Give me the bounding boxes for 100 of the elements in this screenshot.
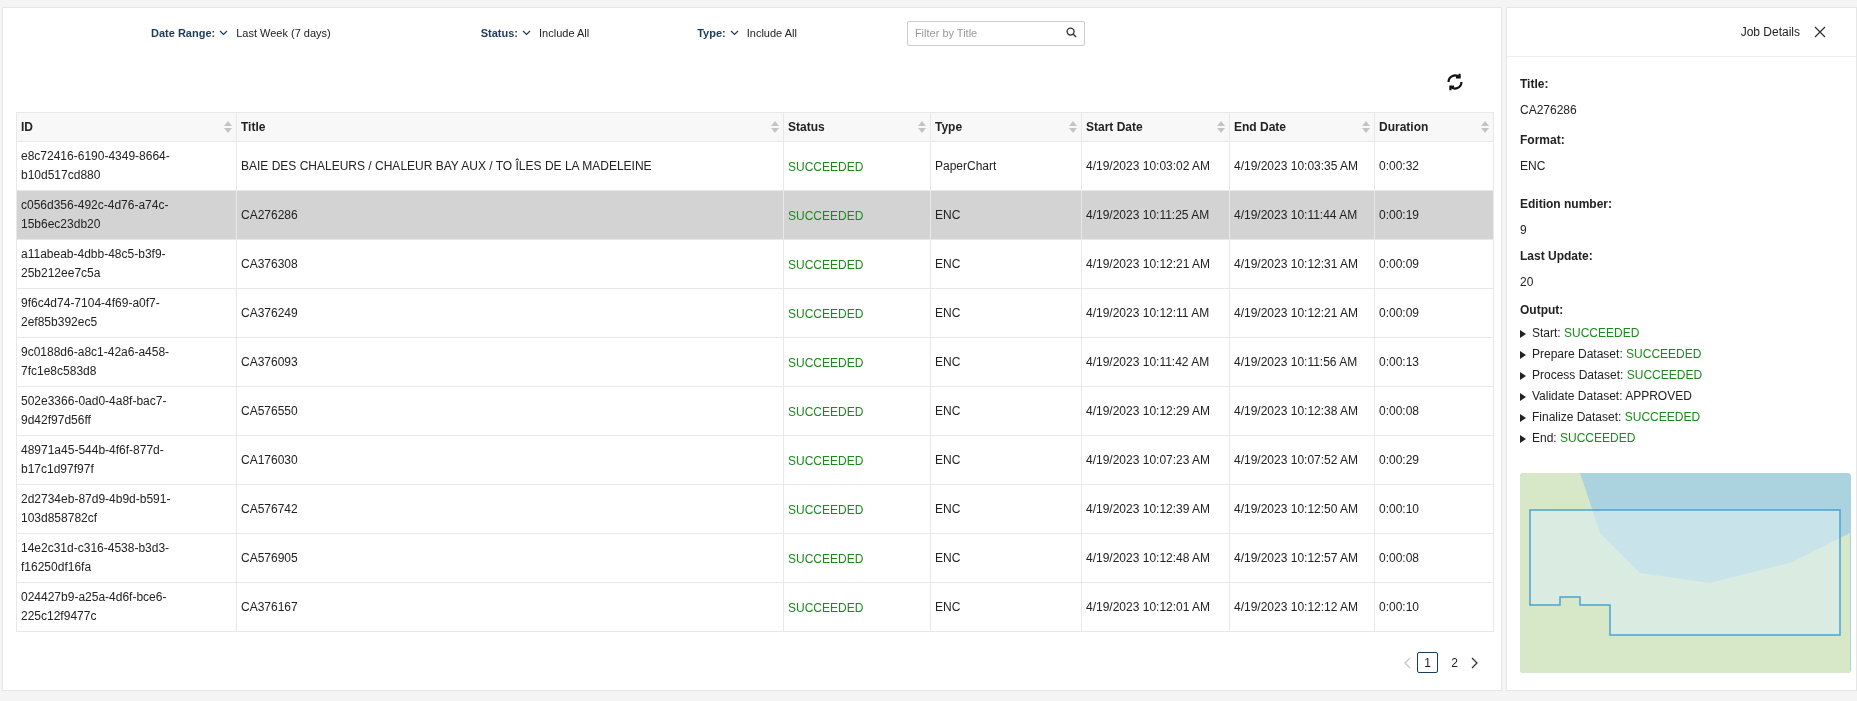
expand-triangle-icon (1520, 434, 1526, 443)
status-text: SUCCEEDED (788, 502, 864, 519)
sort-icon (918, 121, 926, 133)
table-cell: 0:00:08 (1379, 403, 1420, 418)
filter-value: Include All (746, 25, 797, 41)
table-cell: ENC (935, 256, 961, 271)
table-cell: 48971a45-544b-4f6f-877d-b17c1d97f97f (21, 443, 164, 476)
field-value: 9 (1520, 222, 1528, 239)
table-row[interactable]: e8c72416-6190-4349-8664-b10d517cd880 BAIE DES CHALEURS / CHALEUR BAY AUX / TO ÎLES DE LA MADELEINE SUCCEEDED PaperChart 4/19/2023 10:03:02 AM 4/19/2023 10:03:35 AM 0:00:32 (16, 141, 1494, 191)
search-icon (1065, 27, 1077, 39)
field-value: 20 (1520, 274, 1535, 291)
chevron-down-icon (219, 30, 229, 36)
output-step[interactable]: Validate Dataset: APPROVED (1520, 386, 1692, 407)
expand-triangle-icon (1520, 371, 1526, 380)
search-field[interactable]: Filter by Title (906, 20, 1085, 46)
output-step[interactable]: Process Dataset: SUCCEEDED (1520, 365, 1703, 386)
table-row[interactable]: 024427b9-a25a-4d6f-bce6-225c12f9477c CA376167 SUCCEEDED ENC 4/19/2023 10:12:01 AM 4/19/2023 10:12:12 AM 0:00:10 (16, 582, 1494, 632)
output-step[interactable]: End: SUCCEEDED (1520, 428, 1636, 449)
status-text: SUCCEEDED (788, 306, 864, 323)
filter-value: Last Week (7 days) (236, 25, 331, 41)
table-cell: 0:00:32 (1379, 158, 1420, 173)
status-text: SUCCEEDED (788, 551, 864, 568)
column-header[interactable]: Title (236, 112, 784, 142)
table-cell: ENC (935, 452, 961, 467)
column-header[interactable]: Duration (1374, 112, 1494, 142)
table-cell: 4/19/2023 10:03:35 AM (1234, 158, 1359, 173)
table-cell: CA376093 (241, 354, 298, 369)
table-cell: 9f6c4d74-7104-4f69-a0f7-2ef85b392ec5 (21, 296, 160, 329)
page-button[interactable]: 2 (1444, 652, 1465, 673)
filter-dropdown[interactable]: Status: (480, 24, 532, 42)
table-cell: 0:00:13 (1379, 354, 1420, 369)
table-cell: PaperChart (935, 158, 997, 173)
sort-icon (1362, 121, 1370, 133)
column-header[interactable]: Start Date (1081, 112, 1230, 142)
status-text: SUCCEEDED (788, 257, 864, 274)
table-cell: 4/19/2023 10:12:48 AM (1086, 550, 1211, 565)
table-cell: 502e3366-0ad0-4a8f-bac7-9d42f97d56ff (21, 394, 167, 427)
table-row[interactable]: 2d2734eb-87d9-4b9d-b591-103d858782cf CA576742 SUCCEEDED ENC 4/19/2023 10:12:39 AM 4/19/2023 10:12:50 AM 0:00:10 (16, 484, 1494, 534)
chevron-right-icon (1471, 656, 1479, 669)
output-step[interactable]: Finalize Dataset: SUCCEEDED (1520, 407, 1701, 428)
table-cell: CA376167 (241, 599, 298, 614)
table-cell: ENC (935, 501, 961, 516)
table-row[interactable]: 14e2c31d-c316-4538-b3d3-f16250df16fa CA576905 SUCCEEDED ENC 4/19/2023 10:12:48 AM 4/19/2023 10:12:57 AM 0:00:08 (16, 533, 1494, 583)
column-header[interactable]: Status (783, 112, 931, 142)
field-label: Last Update: (1520, 248, 1594, 265)
column-header[interactable]: End Date (1229, 112, 1375, 142)
table-cell: 0:00:10 (1379, 501, 1420, 516)
field-label: Format: (1520, 132, 1566, 149)
table-cell: CA576550 (241, 403, 298, 418)
table-row[interactable]: 502e3366-0ad0-4a8f-bac7-9d42f97d56ff CA576550 SUCCEEDED ENC 4/19/2023 10:12:29 AM 4/19/2023 10:12:38 AM 0:00:08 (16, 386, 1494, 436)
table-cell: 2d2734eb-87d9-4b9d-b591-103d858782cf (21, 492, 171, 525)
sort-icon (1481, 121, 1489, 133)
table-row[interactable]: 9f6c4d74-7104-4f69-a0f7-2ef85b392ec5 CA376249 SUCCEEDED ENC 4/19/2023 10:12:11 AM 4/19/2023 10:12:21 AM 0:00:09 (16, 288, 1494, 338)
table-cell: 0:00:29 (1379, 452, 1420, 467)
status-text: SUCCEEDED (788, 600, 864, 617)
field-label: Edition number: (1520, 196, 1613, 213)
table-row[interactable]: c056d356-492c-4d76-a74c-15b6ec23db20 CA276286 SUCCEEDED ENC 4/19/2023 10:11:25 AM 4/19/2023 10:11:44 AM 0:00:19 (16, 190, 1494, 240)
table-cell: 0:00:10 (1379, 599, 1420, 614)
table-cell: 4/19/2023 10:11:25 AM (1086, 207, 1210, 222)
table-cell: CA376308 (241, 256, 298, 271)
table-cell: 4/19/2023 10:11:42 AM (1086, 354, 1210, 369)
table-row[interactable]: 9c0188d6-a8c1-42a6-a458-7fc1e8c583d8 CA376093 SUCCEEDED ENC 4/19/2023 10:11:42 AM 4/19/2023 10:11:56 AM 0:00:13 (16, 337, 1494, 387)
filter-dropdown[interactable]: Date Range: (151, 24, 229, 42)
field-value: CA276286 (1520, 102, 1578, 119)
table-cell: ENC (935, 354, 961, 369)
page-button[interactable]: 1 (1417, 652, 1438, 673)
table-cell: 14e2c31d-c316-4538-b3d3-f16250df16fa (21, 541, 170, 574)
table-cell: c056d356-492c-4d76-a74c-15b6ec23db20 (21, 198, 169, 231)
filter-dropdown[interactable]: Type: (697, 24, 739, 42)
table-cell: 4/19/2023 10:12:11 AM (1086, 305, 1210, 320)
table-cell: 4/19/2023 10:12:57 AM (1234, 550, 1359, 565)
table-row[interactable]: a11abeab-4dbb-48c5-b3f9-25b212ee7c5a CA376308 SUCCEEDED ENC 4/19/2023 10:12:21 AM 4/19/2023 10:12:31 AM 0:00:09 (16, 239, 1494, 289)
status-text: SUCCEEDED (788, 208, 864, 225)
table-cell: 4/19/2023 10:12:39 AM (1086, 501, 1211, 516)
output-step[interactable]: Start: SUCCEEDED (1520, 323, 1640, 344)
table-cell: 4/19/2023 10:07:23 AM (1086, 452, 1211, 467)
field-value: ENC (1520, 158, 1547, 175)
column-header[interactable]: ID (16, 112, 237, 142)
table-row[interactable]: 48971a45-544b-4f6f-877d-b17c1d97f97f CA176030 SUCCEEDED ENC 4/19/2023 10:07:23 AM 4/19/2023 10:07:52 AM 0:00:29 (16, 435, 1494, 485)
table-cell: 4/19/2023 10:12:12 AM (1234, 599, 1359, 614)
close-icon (1814, 26, 1826, 38)
table-cell: CA576905 (241, 550, 298, 565)
table-cell: 024427b9-a25a-4d6f-bce6-225c12f9477c (21, 590, 167, 623)
chevron-down-icon (522, 30, 532, 36)
table-cell: CA376249 (241, 305, 298, 320)
table-cell: 0:00:09 (1379, 305, 1420, 320)
next-page-button[interactable] (1471, 656, 1479, 669)
field-label: Title: (1520, 76, 1550, 93)
output-step[interactable]: Prepare Dataset: SUCCEEDED (1520, 344, 1702, 365)
table-cell: 4/19/2023 10:12:38 AM (1234, 403, 1359, 418)
filter-value: Include All (539, 25, 590, 41)
column-header[interactable]: Type (930, 112, 1082, 142)
field-label: Output: (1520, 302, 1565, 319)
table-cell: 4/19/2023 10:07:52 AM (1234, 452, 1359, 467)
table-cell: ENC (935, 207, 961, 222)
table-cell: 4/19/2023 10:12:21 AM (1234, 305, 1359, 320)
status-text: SUCCEEDED (788, 355, 864, 372)
table-cell: BAIE DES CHALEURS / CHALEUR BAY AUX / TO ÎLES DE LA MADELEINE (241, 158, 652, 173)
close-button[interactable] (1814, 25, 1828, 39)
expand-triangle-icon (1520, 413, 1526, 422)
